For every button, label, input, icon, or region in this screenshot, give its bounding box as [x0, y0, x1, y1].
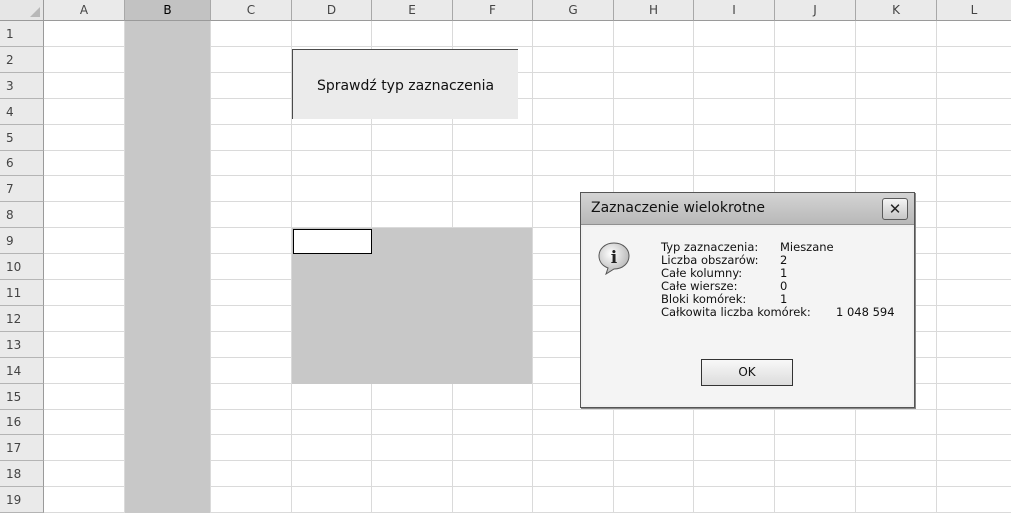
column-header-d[interactable]: D — [292, 0, 372, 21]
value-total-cells: 1 048 594 — [836, 305, 895, 319]
row-header-2[interactable]: 2 — [0, 47, 44, 73]
label-total-cells: Całkowita liczba komórek: — [661, 305, 811, 319]
row-header-8[interactable]: 8 — [0, 202, 44, 228]
row-header-15[interactable]: 15 — [0, 384, 44, 410]
row-header-6[interactable]: 6 — [0, 151, 44, 176]
close-icon[interactable]: ✕ — [882, 198, 908, 220]
selected-column-b[interactable] — [125, 21, 210, 513]
row-header-9[interactable]: 9 — [0, 228, 44, 254]
dialog-title-bar[interactable]: Zaznaczenie wielokrotne ✕ — [581, 193, 914, 225]
active-cell-d9[interactable] — [293, 229, 372, 254]
row-header-5[interactable]: 5 — [0, 125, 44, 151]
row-header-7[interactable]: 7 — [0, 176, 44, 202]
check-selection-type-button[interactable]: Sprawdź typ zaznaczenia — [292, 49, 518, 119]
svg-text:i: i — [611, 248, 618, 268]
column-header-b[interactable]: B — [125, 0, 211, 21]
column-header-g[interactable]: G — [533, 0, 614, 21]
select-all-corner[interactable] — [0, 0, 44, 21]
row-header-10[interactable]: 10 — [0, 254, 44, 280]
row-header-12[interactable]: 12 — [0, 306, 44, 332]
column-header-i[interactable]: I — [694, 0, 775, 21]
column-header-l[interactable]: L — [937, 0, 1011, 21]
info-icon: i — [598, 242, 630, 275]
row-header-11[interactable]: 11 — [0, 280, 44, 306]
row-header-3[interactable]: 3 — [0, 73, 44, 99]
column-header-h[interactable]: H — [614, 0, 694, 21]
row-header-17[interactable]: 17 — [0, 435, 44, 461]
column-header-k[interactable]: K — [856, 0, 937, 21]
dialog-title: Zaznaczenie wielokrotne — [591, 200, 765, 216]
column-header-c[interactable]: C — [211, 0, 292, 21]
row-header-19[interactable]: 19 — [0, 487, 44, 513]
dialog-body: i Typ zaznaczenia: Mieszane Liczba obsza… — [583, 227, 912, 405]
row-header-1[interactable]: 1 — [0, 21, 44, 47]
column-header-e[interactable]: E — [372, 0, 453, 21]
row-header-4[interactable]: 4 — [0, 99, 44, 125]
column-header-f[interactable]: F — [453, 0, 533, 21]
row-header-13[interactable]: 13 — [0, 332, 44, 358]
column-header-j[interactable]: J — [775, 0, 856, 21]
row-header-14[interactable]: 14 — [0, 358, 44, 384]
column-header-a[interactable]: A — [44, 0, 125, 21]
row-header-18[interactable]: 18 — [0, 461, 44, 487]
value-selection-type: Mieszane — [780, 240, 834, 254]
ok-button[interactable]: OK — [701, 359, 793, 386]
multiple-selection-dialog: Zaznaczenie wielokrotne ✕ i Typ zaznacze… — [580, 192, 915, 408]
row-header-16[interactable]: 16 — [0, 410, 44, 435]
